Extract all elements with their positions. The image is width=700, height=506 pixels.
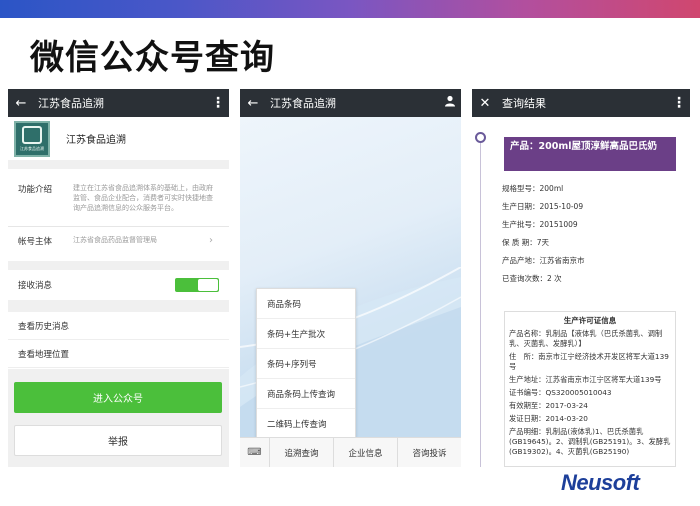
profile-icon[interactable] xyxy=(439,95,461,111)
owner-label: 帐号主体 xyxy=(18,237,53,247)
menu-item-barcode-upload[interactable]: 商品条码上传查询 xyxy=(257,379,355,409)
tab-consult-complaint[interactable]: 咨询投诉 xyxy=(398,438,461,467)
person-icon xyxy=(445,95,455,107)
receive-toggle[interactable] xyxy=(175,278,219,292)
links-list: 查看历史消息 查看地理位置 xyxy=(8,312,229,369)
field-batch: 生产批号：20151009 xyxy=(502,219,578,229)
result-body: 产品：200ml屋顶淳鲜高品巴氏奶 规格型号：200ml 生产日期：2015-1… xyxy=(472,117,690,467)
tab-trace-query[interactable]: 追溯查询 xyxy=(270,438,334,467)
app-bar: ← 江苏食品追溯 xyxy=(240,89,461,117)
app-bar: ✕ 查询结果 ⋮ xyxy=(472,89,690,117)
product-title: 产品：200ml屋顶淳鲜高品巴氏奶 xyxy=(504,137,676,171)
chevron-right-icon: › xyxy=(209,235,213,246)
app-bar: ← 江苏食品追溯 ⋮ xyxy=(8,89,229,117)
field-origin: 产品产地：江苏省南京市 xyxy=(502,255,585,265)
license-valid-until: 有效期至：2017-03-24 xyxy=(509,401,588,410)
app-bar-title: 江苏食品追溯 xyxy=(38,97,104,110)
phone-account-profile: ← 江苏食品追溯 ⋮ 江苏食品追溯 江苏食品追溯 功能介绍 建立在江苏省食品追溯… xyxy=(8,89,229,467)
account-name: 江苏食品追溯 xyxy=(66,135,126,146)
location-item[interactable]: 查看地理位置 xyxy=(8,340,229,368)
report-button[interactable]: 举报 xyxy=(14,425,222,456)
owner-value: 江苏省食品药品监督管理局 xyxy=(73,236,157,244)
title-gradient-bar xyxy=(0,0,700,18)
brand-logo: Neusoft xyxy=(561,470,640,495)
back-arrow-icon[interactable]: ← xyxy=(8,96,34,111)
more-menu-icon[interactable]: ⋮ xyxy=(207,95,229,111)
close-icon[interactable]: ✕ xyxy=(472,96,498,111)
license-product-details: 产品明细：乳制品(液体乳)1、巴氏杀菌乳(GB19645)。2、调制乳(GB25… xyxy=(509,427,671,456)
account-logo: 江苏食品追溯 xyxy=(14,120,50,157)
toggle-knob xyxy=(198,279,218,291)
intro-text: 建立在江苏省食品追溯体系的基础上，由政府监管、食品企业配合，消费者可实时快捷地查… xyxy=(73,184,213,212)
account-header: 江苏食品追溯 江苏食品追溯 xyxy=(8,117,229,160)
slide-title: 微信公众号查询 xyxy=(30,38,275,78)
license-panel: 生产许可证信息 产品名称：乳制品【液体乳（巴氏杀菌乳、调制乳、灭菌乳、发酵乳）】… xyxy=(504,311,676,467)
receive-label: 接收消息 xyxy=(18,281,53,291)
field-spec: 规格型号：200ml xyxy=(502,183,564,193)
account-info: 功能介绍 建立在江苏省食品追溯体系的基础上，由政府监管、食品企业配合，消费者可实… xyxy=(8,169,229,261)
query-submenu: 商品条码 条码+生产批次 条码+序列号 商品条码上传查询 二维码上传查询 xyxy=(256,288,356,439)
intro-label: 功能介绍 xyxy=(18,185,53,195)
field-production-date: 生产日期：2015-10-09 xyxy=(502,201,584,211)
owner-row[interactable]: 帐号主体 江苏省食品药品监督管理局 › xyxy=(8,227,229,257)
intro-row: 功能介绍 建立在江苏省食品追溯体系的基础上，由政府监管、食品企业配合，消费者可实… xyxy=(8,169,229,227)
more-menu-icon[interactable]: ⋮ xyxy=(668,95,690,111)
menu-item-barcode-batch[interactable]: 条码+生产批次 xyxy=(257,319,355,349)
license-production-address: 生产地址：江苏省南京市江宁区将军大道139号 xyxy=(509,375,662,384)
logo-glyph-icon xyxy=(22,125,42,144)
app-bar-title: 查询结果 xyxy=(502,97,546,110)
timeline-dot-icon xyxy=(475,132,486,143)
license-cert-number: 证书编号：QS320005010043 xyxy=(509,388,612,397)
logo-text: 江苏食品追溯 xyxy=(20,145,44,151)
field-shelf-life: 保 质 期：7天 xyxy=(502,237,550,247)
license-issue-date: 发证日期：2014-03-20 xyxy=(509,414,588,423)
history-messages-item[interactable]: 查看历史消息 xyxy=(8,312,229,340)
phone-query-result: ✕ 查询结果 ⋮ 产品：200ml屋顶淳鲜高品巴氏奶 规格型号：200ml 生产… xyxy=(472,89,690,467)
menu-item-qrcode-upload[interactable]: 二维码上传查询 xyxy=(257,409,355,439)
menu-item-barcode-serial[interactable]: 条码+序列号 xyxy=(257,349,355,379)
field-query-count: 已查询次数：2 次 xyxy=(502,273,562,283)
bottom-menu-bar: ⌨ 追溯查询 企业信息 咨询投诉 xyxy=(240,437,461,467)
tab-company-info[interactable]: 企业信息 xyxy=(334,438,398,467)
keyboard-icon[interactable]: ⌨ xyxy=(240,438,270,467)
phone-chat-menu: ← 江苏食品追溯 商品条码 条码+生产批次 条码+序列号 商品条码上传查询 二维… xyxy=(240,89,461,467)
enter-account-button[interactable]: 进入公众号 xyxy=(14,382,222,413)
product-fields: 规格型号：200ml 生产日期：2015-10-09 生产批号：20151009… xyxy=(502,179,682,287)
menu-item-barcode[interactable]: 商品条码 xyxy=(257,289,355,319)
app-bar-title: 江苏食品追溯 xyxy=(270,97,336,110)
back-arrow-icon[interactable]: ← xyxy=(240,96,266,111)
license-title: 生产许可证信息 xyxy=(563,316,617,325)
license-product-name: 产品名称：乳制品【液体乳（巴氏杀菌乳、调制乳、灭菌乳、发酵乳）】 xyxy=(509,329,663,348)
timeline-line xyxy=(480,137,481,467)
license-address: 住 所：南京市江宁经济技术开发区将军大道139号 xyxy=(509,352,669,371)
receive-messages-row: 接收消息 xyxy=(8,270,229,300)
